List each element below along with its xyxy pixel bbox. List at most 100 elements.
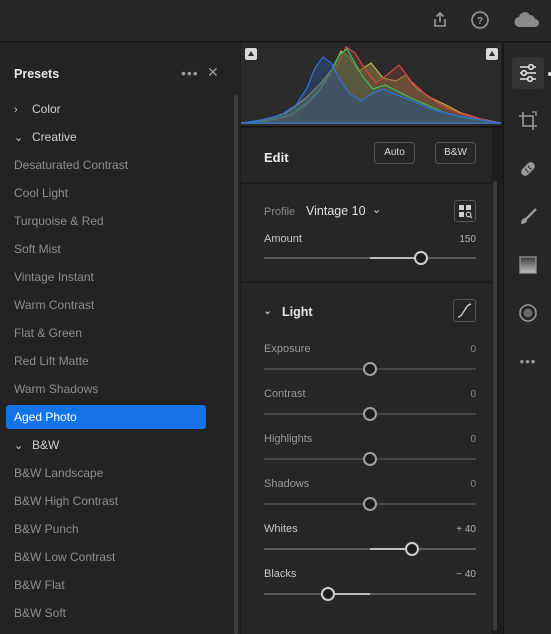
preset-label: Aged Photo — [14, 410, 77, 424]
shadows-slider-knob[interactable] — [363, 497, 377, 511]
whites-slider[interactable] — [264, 542, 476, 556]
exposure-slider[interactable] — [264, 362, 476, 376]
preset-item-selected[interactable]: Aged Photo — [6, 405, 206, 429]
profile-section: Profile Vintage 10 ⌄ Amount 150 — [241, 184, 492, 281]
contrast-slider-knob[interactable] — [363, 407, 377, 421]
preset-group[interactable]: ⌄ Creative — [0, 123, 232, 151]
preset-item[interactable]: B&W Landscape — [0, 459, 232, 487]
preset-item[interactable]: Vintage Instant — [0, 263, 232, 291]
preset-group[interactable]: › Color — [0, 95, 232, 123]
brush-icon[interactable] — [512, 201, 544, 233]
blacks-slider-knob[interactable] — [320, 587, 335, 601]
whites-label: Whites — [264, 523, 298, 535]
whites-value[interactable]: + 40 — [436, 524, 476, 535]
amount-slider[interactable] — [264, 251, 476, 265]
exposure-label: Exposure — [264, 343, 311, 355]
bw-button[interactable]: B&W — [435, 142, 476, 164]
edit-header: Edit Auto B&W — [241, 128, 492, 182]
tone-curve-button[interactable] — [453, 299, 476, 322]
tool-strip: ••• — [503, 43, 551, 634]
preset-label: B&W Flat — [14, 578, 65, 592]
highlights-label: Highlights — [264, 433, 313, 445]
svg-text:?: ? — [477, 16, 483, 27]
contrast-slider[interactable] — [264, 407, 476, 421]
preset-item[interactable]: B&W Low Contrast — [0, 543, 232, 571]
shadows-slider[interactable] — [264, 497, 476, 511]
shadow-clipping-toggle[interactable] — [245, 48, 257, 60]
preset-item[interactable]: Desaturated Contrast — [0, 151, 232, 179]
exposure-slider-knob[interactable] — [363, 362, 377, 376]
preset-label: B&W Punch — [14, 522, 79, 536]
presets-scrollbar[interactable] — [234, 95, 238, 634]
shadows-value[interactable]: 0 — [436, 479, 476, 490]
chevron-down-icon[interactable]: ⌄ — [14, 432, 32, 460]
preset-label: Flat & Green — [14, 326, 83, 340]
preset-item[interactable]: Warm Shadows — [0, 375, 232, 403]
help-icon[interactable]: ? — [469, 9, 491, 31]
preset-item[interactable]: Cool Light — [0, 179, 232, 207]
chevron-down-icon[interactable]: ⌄ — [263, 304, 272, 317]
preset-label: Cool Light — [14, 186, 69, 200]
preset-group[interactable]: ⌄ B&W — [0, 431, 232, 459]
chevron-down-icon[interactable]: ⌄ — [372, 203, 381, 216]
profile-dropdown[interactable]: Vintage 10 — [306, 204, 366, 218]
presets-title: Presets — [14, 67, 60, 81]
preset-label: Turquoise & Red — [14, 214, 104, 228]
close-icon[interactable]: ✕ — [207, 64, 219, 81]
preset-item[interactable]: B&W Soft — [0, 599, 232, 627]
preset-label: Creative — [32, 130, 77, 144]
edit-panel: Edit Auto B&W Profile Vintage 10 ⌄ Amoun… — [241, 43, 501, 634]
preset-label: B&W Landscape — [14, 466, 104, 480]
light-title[interactable]: Light — [282, 305, 313, 319]
curve-icon — [457, 303, 472, 318]
whites-slider-knob[interactable] — [405, 542, 420, 556]
adjust-icon[interactable] — [512, 57, 544, 89]
presets-panel: Presets ••• ✕ › Color ⌄ Creative Desaturated… — [0, 43, 240, 634]
preset-item[interactable]: B&W Flat — [0, 571, 232, 599]
highlights-slider[interactable] — [264, 452, 476, 466]
amount-label: Amount — [264, 233, 302, 245]
chevron-right-icon[interactable]: › — [14, 96, 32, 124]
shadows-label: Shadows — [264, 478, 310, 490]
preset-item[interactable]: Soft Mist — [0, 235, 232, 263]
chevron-down-icon[interactable]: ⌄ — [14, 124, 32, 152]
healing-icon[interactable] — [512, 153, 544, 185]
blacks-value[interactable]: − 40 — [436, 569, 476, 580]
amount-value[interactable]: 150 — [436, 234, 476, 245]
highlight-clipping-toggle[interactable] — [486, 48, 498, 60]
grid-icon — [459, 205, 473, 219]
preset-label: B&W — [32, 438, 60, 452]
contrast-label: Contrast — [264, 388, 306, 400]
gradient-icon[interactable] — [512, 249, 544, 281]
preset-item[interactable]: Warm Contrast — [0, 291, 232, 319]
more-icon[interactable]: ••• — [181, 65, 199, 81]
radial-icon[interactable] — [512, 297, 544, 329]
preset-label: B&W Low Contrast — [14, 550, 116, 564]
auto-button[interactable]: Auto — [374, 142, 415, 164]
preset-item[interactable]: B&W Punch — [0, 515, 232, 543]
preset-item[interactable]: Flat & Green — [0, 319, 232, 347]
more-tools-icon[interactable]: ••• — [512, 345, 544, 377]
preset-label: Desaturated Contrast — [14, 158, 129, 172]
preset-item[interactable]: Turquoise & Red — [0, 207, 232, 235]
crop-icon[interactable] — [512, 105, 544, 137]
blacks-slider[interactable] — [264, 587, 476, 601]
blacks-label: Blacks — [264, 568, 297, 580]
preset-label: Red Lift Matte — [14, 354, 89, 368]
preset-label: B&W High Contrast — [14, 494, 119, 508]
profile-browser-button[interactable] — [454, 200, 476, 222]
highlights-value[interactable]: 0 — [436, 434, 476, 445]
cloud-icon[interactable] — [513, 9, 541, 31]
preset-label: Warm Shadows — [14, 382, 99, 396]
preset-list: › Color ⌄ Creative Desaturated Contrast Cool … — [0, 95, 232, 627]
highlights-slider-knob[interactable] — [363, 452, 377, 466]
share-icon[interactable] — [429, 9, 451, 31]
app-window: ? Presets ••• ✕ › Color ⌄ Creative Desaturat… — [0, 0, 551, 634]
contrast-value[interactable]: 0 — [436, 389, 476, 400]
exposure-value[interactable]: 0 — [436, 344, 476, 355]
edit-scrollbar[interactable] — [492, 127, 498, 634]
preset-item[interactable]: B&W High Contrast — [0, 487, 232, 515]
preset-label: Warm Contrast — [14, 298, 95, 312]
preset-item[interactable]: Red Lift Matte — [0, 347, 232, 375]
amount-slider-knob[interactable] — [413, 251, 428, 265]
